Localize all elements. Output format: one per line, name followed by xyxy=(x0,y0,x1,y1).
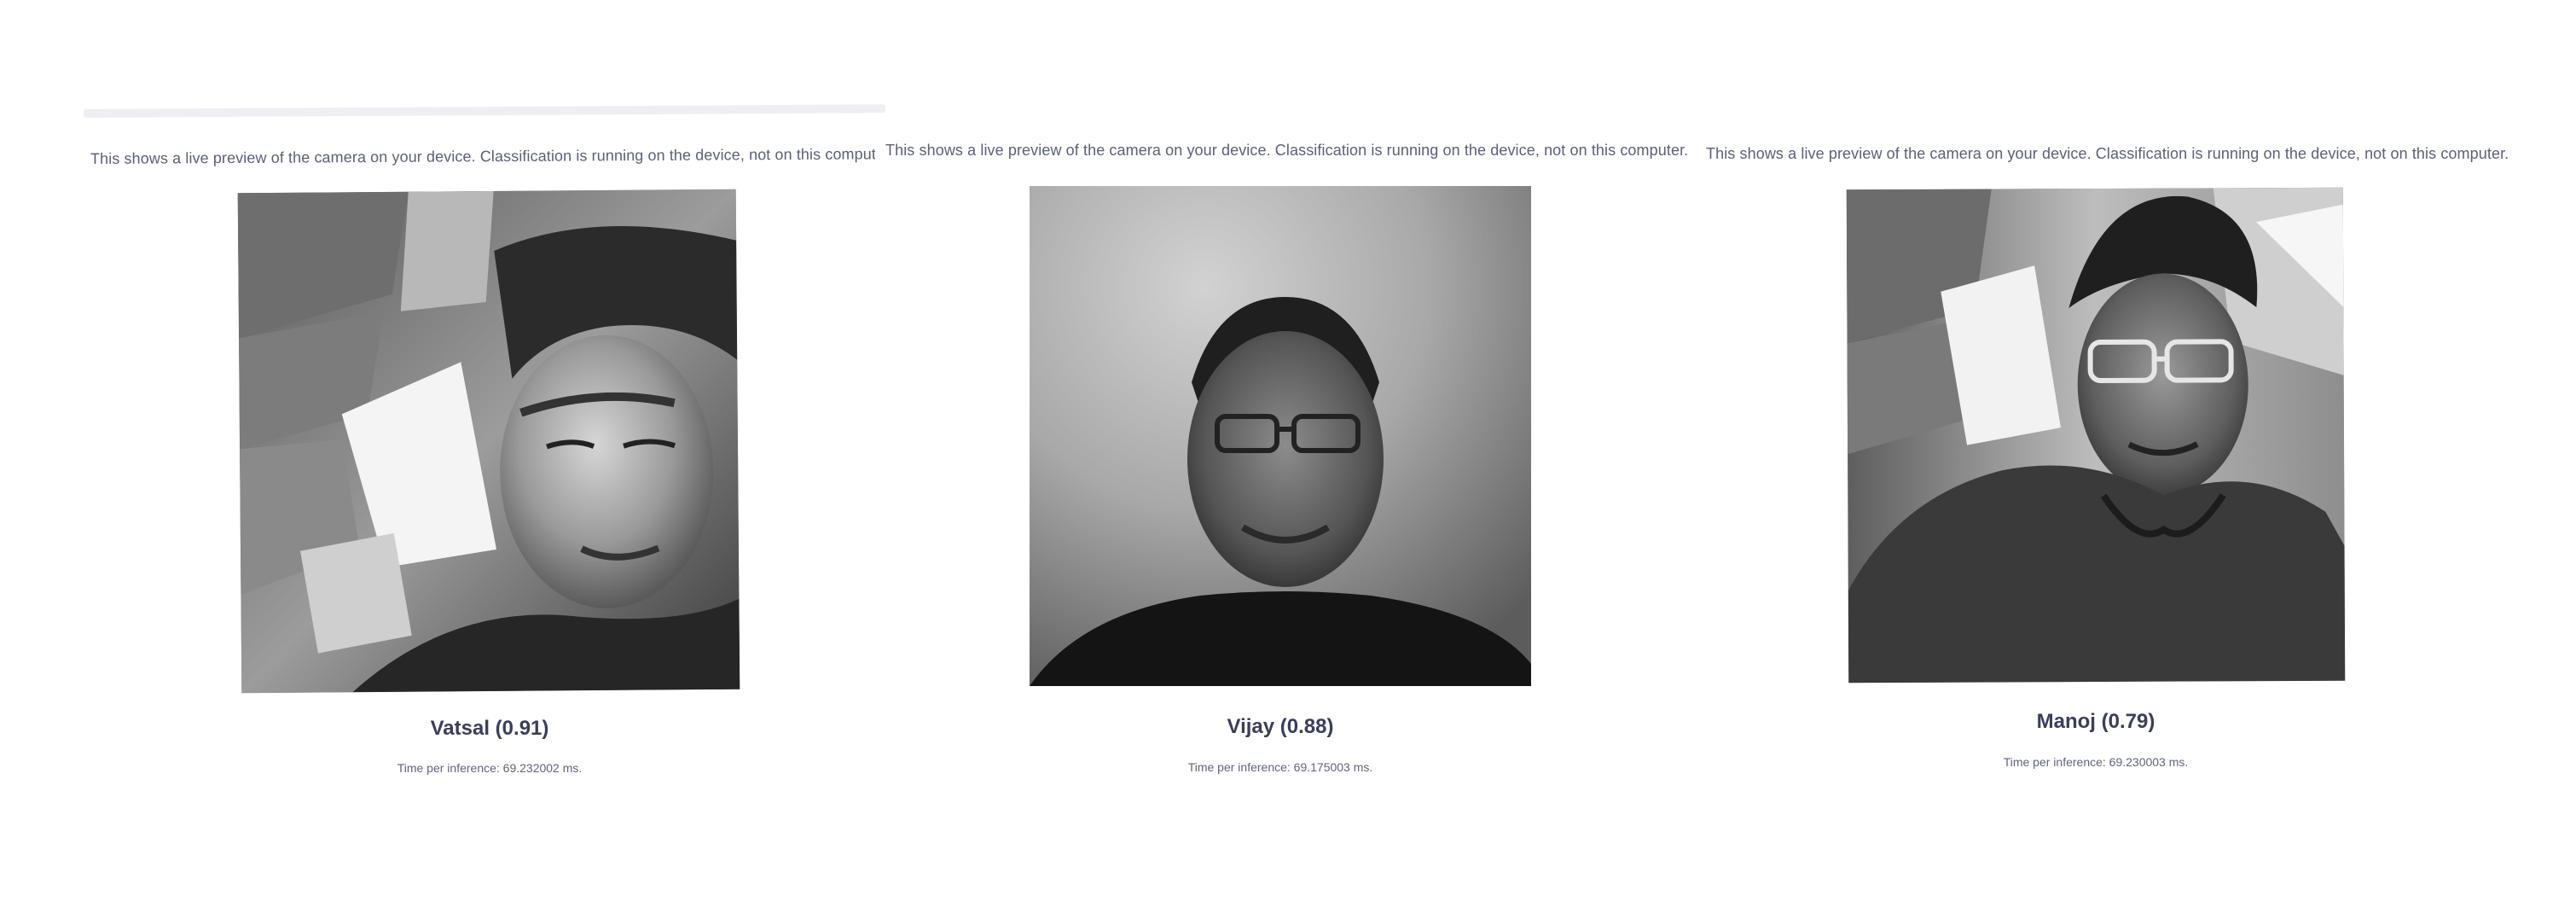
classification-panel-2: This shows a live preview of the camera … xyxy=(879,0,1714,919)
inference-time: Time per inference: 69.230003 ms. xyxy=(2003,755,2189,769)
camera-preview-image xyxy=(237,189,740,694)
classification-result: Vatsal (0.91) xyxy=(430,717,549,740)
inference-time: Time per inference: 69.175003 ms. xyxy=(1187,760,1373,774)
screenshot-collage: This shows a live preview of the camera … xyxy=(0,0,2576,919)
classification-result: Manoj (0.79) xyxy=(2036,710,2155,733)
classification-result: Vijay (0.88) xyxy=(1227,715,1334,738)
camera-preview-image xyxy=(1030,186,1531,686)
live-preview-notice: This shows a live preview of the camera … xyxy=(885,142,1689,159)
classification-panel-3: This shows a live preview of the camera … xyxy=(1697,0,2576,919)
inference-time: Time per inference: 69.232002 ms. xyxy=(397,761,583,775)
live-preview-notice: This shows a live preview of the camera … xyxy=(1706,145,2509,162)
camera-preview-image xyxy=(1846,187,2346,683)
live-preview-notice: This shows a live preview of the camera … xyxy=(90,145,876,167)
classification-panel-1: This shows a live preview of the camera … xyxy=(0,0,887,919)
